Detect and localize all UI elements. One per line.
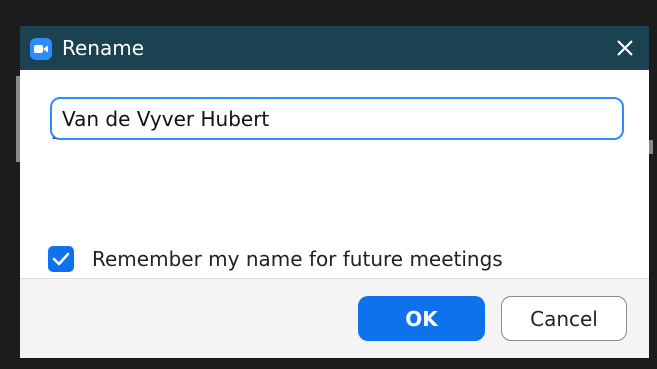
remember-name-label: Remember my name for future meetings (92, 247, 503, 271)
rename-dialog: Rename Enter a new screen name: Rememb (20, 26, 649, 358)
dialog-footer: OK Cancel (20, 278, 649, 358)
title-bar[interactable]: Rename (20, 26, 649, 70)
close-button[interactable] (601, 26, 649, 70)
dialog-body: Enter a new screen name: Remember my nam… (20, 70, 649, 278)
cancel-button[interactable]: Cancel (501, 296, 627, 341)
screen: Rename Enter a new screen name: Rememb (0, 0, 657, 369)
dialog-title: Rename (62, 36, 145, 60)
checkmark-icon (52, 252, 70, 266)
screen-name-input[interactable] (50, 97, 624, 140)
remember-name-option[interactable]: Remember my name for future meetings (48, 246, 503, 272)
remember-name-checkbox[interactable] (48, 246, 74, 272)
close-icon (617, 40, 633, 56)
ok-button[interactable]: OK (358, 296, 485, 341)
zoom-camera-icon (30, 38, 52, 60)
